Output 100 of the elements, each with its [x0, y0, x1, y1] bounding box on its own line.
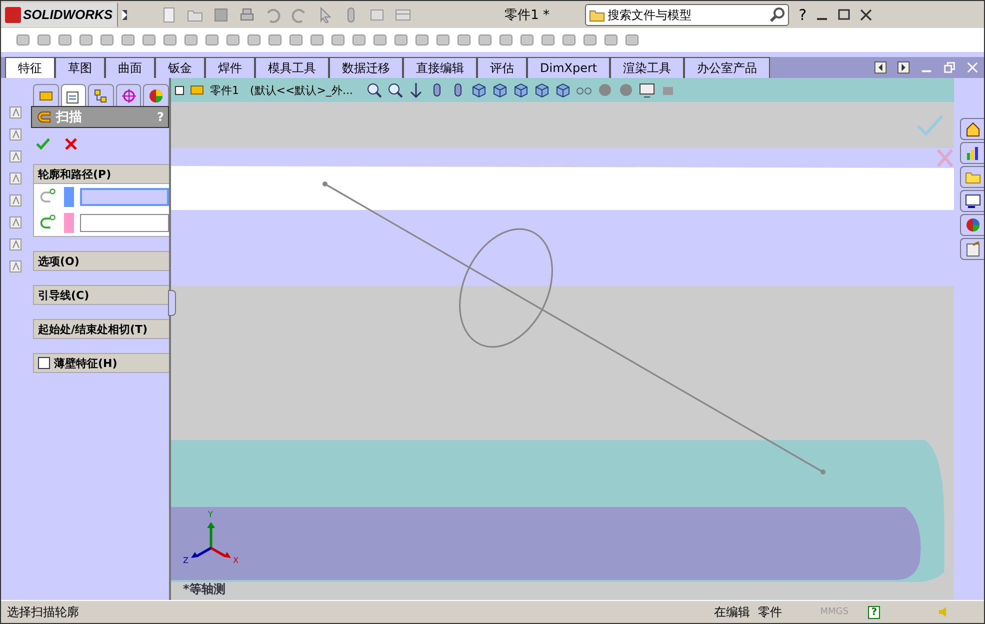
search-field[interactable]: 搜索文件与模型: [584, 4, 789, 26]
block-icon[interactable]: [372, 32, 388, 48]
tab[interactable]: 草图: [55, 57, 105, 78]
tree-icon: [92, 88, 109, 104]
block-icon[interactable]: [162, 32, 178, 48]
note-icon: [964, 241, 980, 257]
logo-text: SOLIDWORKS: [23, 7, 113, 22]
task-pane-tab[interactable]: [960, 118, 984, 140]
block-icon[interactable]: [120, 32, 136, 48]
cube-icon[interactable]: [512, 82, 529, 98]
block-icon[interactable]: [435, 32, 451, 48]
block-icon[interactable]: [183, 32, 199, 48]
block-icon[interactable]: [141, 32, 157, 48]
panel-tab[interactable]: [116, 84, 142, 106]
tab[interactable]: 特征: [5, 57, 55, 78]
help-button[interactable]: ?: [798, 6, 807, 24]
block-icon[interactable]: [351, 32, 367, 48]
block-icon[interactable]: [57, 32, 73, 48]
block-icon[interactable]: [267, 32, 283, 48]
maximize-icon[interactable]: [836, 8, 851, 22]
restore-icon[interactable]: [943, 61, 956, 74]
globe-icon: [964, 217, 980, 233]
next-icon[interactable]: [897, 61, 910, 74]
block-icon[interactable]: [15, 32, 31, 48]
caret-icon[interactable]: [122, 10, 127, 20]
block-icon[interactable]: [477, 32, 493, 48]
task-pane-tab[interactable]: [960, 238, 984, 260]
block-icon[interactable]: [456, 32, 472, 48]
block-icon[interactable]: [624, 32, 640, 48]
block-icon[interactable]: [36, 32, 52, 48]
panel-tab[interactable]: [143, 84, 169, 106]
tab[interactable]: 办公室产品: [684, 57, 770, 78]
block-icon[interactable]: [99, 32, 115, 48]
block-icon[interactable]: [519, 32, 535, 48]
block-icon[interactable]: [561, 32, 577, 48]
tab[interactable]: 直接编辑: [403, 57, 477, 78]
axis-label: Z: [183, 556, 188, 565]
block-icon[interactable]: [330, 32, 346, 48]
checkbox[interactable]: [38, 357, 50, 369]
page-icon[interactable]: [160, 6, 177, 22]
tab[interactable]: 曲面: [105, 57, 155, 78]
block-icon[interactable]: [414, 32, 430, 48]
block-icon[interactable]: [498, 32, 514, 48]
block-icon[interactable]: [204, 32, 220, 48]
tab[interactable]: 数据迁移: [329, 57, 403, 78]
block-icon[interactable]: [582, 32, 598, 48]
ball-icon[interactable]: [618, 82, 634, 98]
tree-item[interactable]: 零件1: [210, 82, 239, 98]
selection-field[interactable]: [80, 214, 169, 232]
undo-icon[interactable]: [264, 6, 281, 22]
block-icon[interactable]: [393, 32, 409, 48]
expand-icon[interactable]: [175, 86, 184, 94]
monitor-icon[interactable]: [638, 82, 655, 98]
tab[interactable]: DimXpert: [527, 57, 610, 78]
ball-icon[interactable]: [596, 82, 613, 98]
close-icon[interactable]: [858, 8, 873, 22]
task-pane-tab[interactable]: [960, 142, 984, 164]
task-pane-tab[interactable]: [960, 190, 984, 212]
printer-icon[interactable]: [238, 6, 255, 22]
search-icon[interactable]: [768, 6, 785, 22]
block-icon[interactable]: [246, 32, 262, 48]
cube-icon[interactable]: [554, 82, 571, 98]
panel-tab[interactable]: [60, 84, 86, 106]
previous-icon[interactable]: [874, 61, 887, 74]
save-icon[interactable]: [212, 6, 229, 22]
collapse-handle[interactable]: [168, 290, 176, 316]
section-header[interactable]: 轮廓和路径(P): [33, 164, 169, 184]
block-icon[interactable]: [309, 32, 325, 48]
section-header[interactable]: 引导线(C): [33, 285, 169, 305]
block-icon[interactable]: [288, 32, 304, 48]
grid-icon[interactable]: [394, 6, 411, 22]
selection-field[interactable]: [80, 188, 169, 206]
zoom-icon[interactable]: [366, 82, 382, 98]
redo-icon[interactable]: [290, 6, 307, 22]
zoom-icon[interactable]: [386, 82, 403, 98]
cube-icon[interactable]: [470, 82, 487, 98]
tab[interactable]: 钣金: [155, 57, 205, 78]
window-title: 零件1 *: [504, 6, 550, 24]
tab[interactable]: 评估: [477, 57, 527, 78]
tab[interactable]: 渲染工具: [610, 57, 684, 78]
crosshair-icon: [120, 88, 137, 104]
view-orientation-label: *等轴测: [183, 581, 226, 598]
tab[interactable]: 焊件: [205, 57, 255, 78]
solidworks-logo[interactable]: SOLIDWORKS: [1, 2, 118, 26]
tab[interactable]: 模具工具: [255, 57, 329, 78]
cube-icon[interactable]: [534, 82, 550, 98]
block-icon[interactable]: [78, 32, 94, 48]
chart-icon: [964, 145, 980, 161]
panel-tab[interactable]: [88, 84, 114, 106]
section-header[interactable]: 选项(O): [33, 251, 169, 271]
help-button[interactable]: ?: [868, 606, 880, 618]
panel-tab[interactable]: [33, 84, 59, 106]
house-icon: [964, 121, 980, 137]
block-icon[interactable]: [603, 32, 619, 48]
cube-icon[interactable]: [492, 82, 508, 98]
section-header[interactable]: 起始处/结束处相切(T): [33, 319, 169, 339]
cancel-icon[interactable]: [63, 136, 79, 152]
block-icon[interactable]: [225, 32, 241, 48]
block-icon[interactable]: [540, 32, 556, 48]
ok-icon[interactable]: [35, 136, 51, 152]
